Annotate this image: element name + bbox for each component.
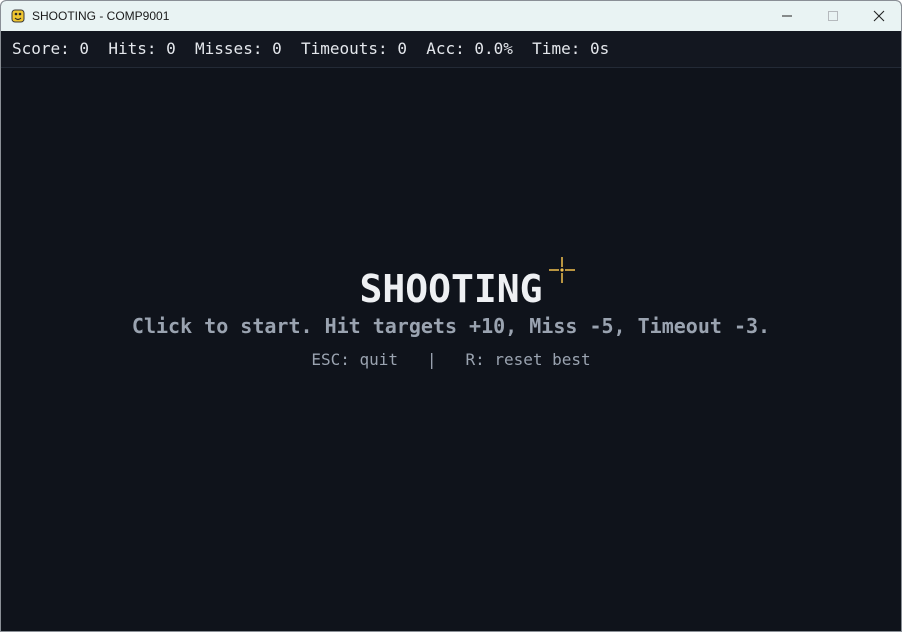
hud-stats: Score: 0 Hits: 0 Misses: 0 Timeouts: 0 A… bbox=[12, 39, 610, 58]
start-instructions: Click to start. Hit targets +10, Miss -5… bbox=[131, 314, 771, 338]
window-title: SHOOTING - COMP9001 bbox=[32, 9, 170, 23]
close-icon bbox=[873, 10, 885, 22]
pygame-snake-icon bbox=[11, 9, 25, 23]
maximize-icon bbox=[828, 11, 838, 21]
close-button[interactable] bbox=[856, 1, 901, 31]
control-hints: ESC: quit | R: reset best bbox=[311, 350, 591, 369]
title-bar[interactable]: SHOOTING - COMP9001 bbox=[1, 1, 901, 31]
minimize-button[interactable] bbox=[764, 1, 810, 31]
game-title: SHOOTING bbox=[359, 267, 543, 311]
minimize-icon bbox=[782, 15, 792, 17]
game-window: SHOOTING - COMP9001 Score: 0 Hits: 0 Mis… bbox=[0, 0, 902, 632]
game-canvas[interactable]: SHOOTING Click to start. Hit targets +10… bbox=[1, 68, 901, 631]
maximize-button[interactable] bbox=[810, 1, 856, 31]
hud-bar: Score: 0 Hits: 0 Misses: 0 Timeouts: 0 A… bbox=[1, 31, 901, 68]
crosshair-icon bbox=[549, 257, 575, 283]
